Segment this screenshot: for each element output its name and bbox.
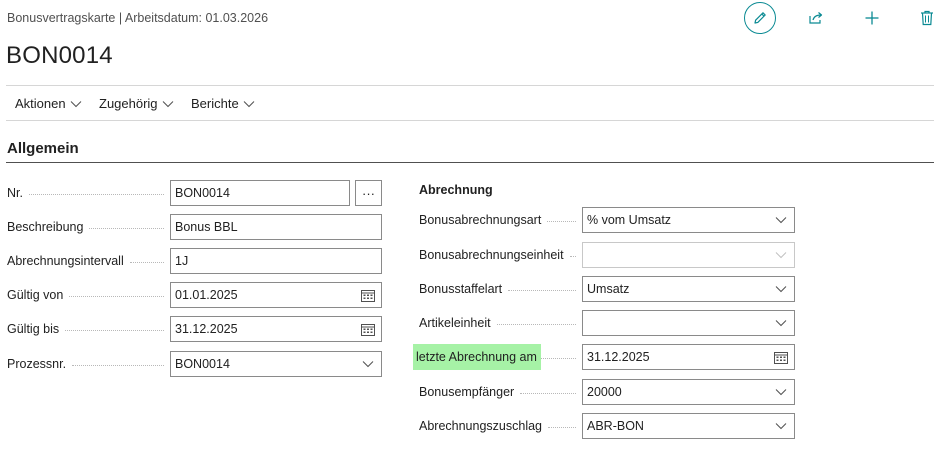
chevron-down-icon[interactable] [768,414,794,438]
section-title[interactable]: Allgemein [7,140,79,157]
page-title: BON0014 [6,42,113,69]
label-bonusabrechnungsart: Bonusabrechnungsart [419,207,582,233]
menu-label: Zugehörig [99,96,158,111]
chevron-down-icon [162,100,173,107]
label-nr: Nr. [7,180,170,206]
chevron-down-icon[interactable] [768,311,794,335]
bonusstaffelart-select[interactable]: Umsatz [582,276,795,302]
bonusabrechnungsart-select[interactable]: % vom Umsatz [582,207,795,233]
label-abrechnungszuschlag: Abrechnungszuschlag [419,413,582,439]
label-bonusempfaenger: Bonusempfänger [419,379,582,405]
label-beschreibung: Beschreibung [7,214,170,240]
chevron-down-icon[interactable] [768,380,794,404]
chevron-down-icon [70,100,81,107]
page-caption: Bonusvertragskarte | Arbeitsdatum: 01.03… [7,11,269,25]
chevron-down-icon[interactable] [768,243,794,267]
bonusempfaenger-select[interactable]: 20000 [582,379,795,405]
menu-zugehoerig[interactable]: Zugehörig [99,96,174,111]
beschreibung-field[interactable]: Bonus BBL [170,214,382,240]
share-icon [809,12,823,24]
new-button[interactable] [863,9,881,27]
edit-button[interactable] [744,2,776,34]
gueltig-von-field[interactable]: 01.01.2025 [170,282,382,308]
calendar-icon[interactable] [355,283,381,307]
gueltig-bis-field[interactable]: 31.12.2025 [170,316,382,342]
prozessnr-select[interactable]: BON0014 [170,351,382,377]
abrechnungsintervall-field[interactable]: 1J [170,248,382,274]
calendar-icon[interactable] [355,317,381,341]
chevron-down-icon[interactable] [768,277,794,301]
chevron-down-icon[interactable] [768,208,794,232]
abrechnungszuschlag-select[interactable]: ABR-BON [582,413,795,439]
menu-label: Berichte [191,96,239,111]
label-artikeleinheit: Artikeleinheit [419,310,582,336]
letzte-abrechnung-field[interactable]: 31.12.2025 [582,344,795,370]
ellipsis-icon: ··· [362,185,375,201]
chevron-down-icon[interactable] [355,352,381,376]
nr-assist-button[interactable]: ··· [355,180,382,206]
menu-divider [6,120,934,121]
section-divider [6,162,934,163]
menu-label: Aktionen [15,96,66,111]
delete-button[interactable] [919,9,934,27]
label-abrechnungsintervall: Abrechnungsintervall [7,248,170,274]
bonusabrechnungseinheit-select[interactable] [582,242,795,268]
label-bonusabrechnungseinheit: Bonusabrechnungseinheit [419,242,582,268]
share-button[interactable] [807,9,825,27]
chevron-down-icon [243,100,255,107]
calendar-icon[interactable] [768,345,794,369]
artikeleinheit-select[interactable] [582,310,795,336]
header-divider [6,85,934,86]
label-bonusstaffelart: Bonusstaffelart [419,276,582,302]
edit-pencil-icon [754,12,766,24]
label-gueltig-bis: Gültig bis [7,316,170,342]
nr-field[interactable]: BON0014 [170,180,350,206]
menu-berichte[interactable]: Berichte [191,96,255,111]
plus-icon [865,11,879,25]
group-label-abrechnung: Abrechnung [419,183,493,197]
menu-aktionen[interactable]: Aktionen [15,96,82,111]
label-gueltig-von: Gültig von [7,282,170,308]
delete-icon [921,10,933,26]
label-letzte-abrechnung: letzte Abrechnung am [413,344,582,370]
label-prozessnr: Prozessnr. [7,351,170,377]
